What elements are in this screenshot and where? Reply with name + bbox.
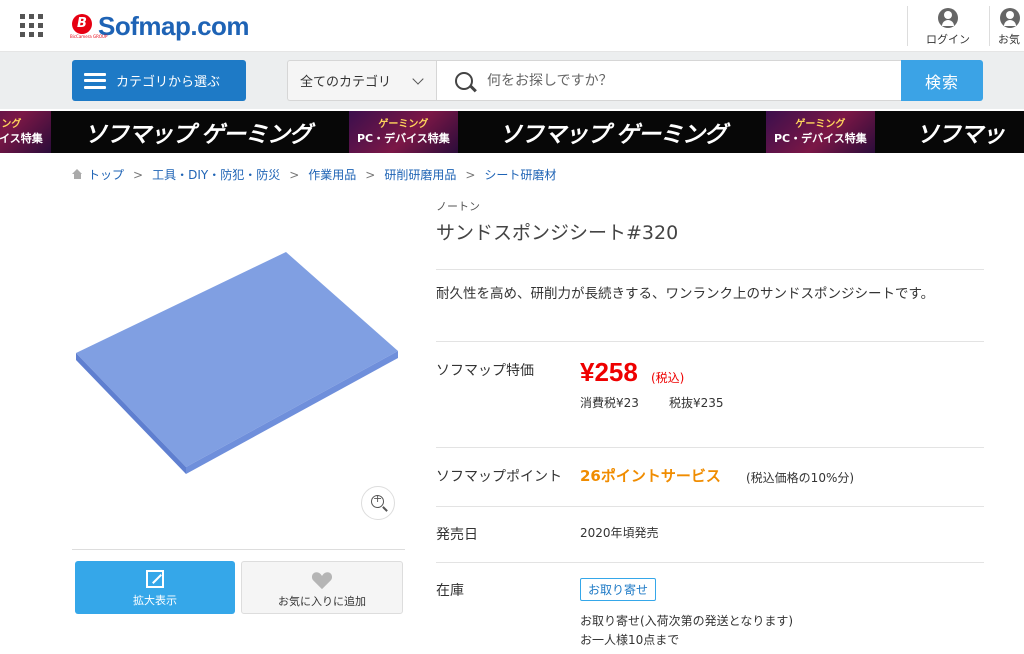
points-value: 26ポイントサービス	[580, 467, 721, 485]
breadcrumb-link[interactable]: 工具・DIY・防犯・防災	[152, 166, 280, 183]
login-link[interactable]: ログイン	[918, 6, 978, 52]
tax-included-note: (税込)	[651, 371, 685, 385]
breadcrumb-separator: >	[289, 167, 300, 182]
breadcrumb-link[interactable]: トップ	[88, 166, 124, 183]
site-logo[interactable]: B BicCamera GROUP Sofmap.com	[70, 10, 250, 42]
breadcrumb-separator: >	[365, 167, 376, 182]
product-image[interactable]	[72, 195, 405, 540]
banner-segment: ソフマップ ゲーミング	[487, 111, 738, 153]
banner-segment: ゲーミング PC・デバイス特集	[0, 111, 51, 153]
enlarge-view-button[interactable]: 拡大表示	[75, 561, 235, 614]
favorites-link[interactable]: お気	[998, 6, 1024, 52]
release-date-label: 発売日	[436, 527, 478, 543]
add-to-favorites-label: お気に入りに追加	[278, 595, 366, 608]
zoom-in-button[interactable]	[361, 486, 395, 520]
home-icon	[72, 169, 83, 180]
breadcrumb-separator: >	[133, 167, 144, 182]
search-icon	[455, 71, 473, 90]
divider	[436, 341, 984, 342]
maker-name[interactable]: ノートン	[436, 198, 480, 214]
divider	[436, 506, 984, 507]
purchase-limit: お一人様10点まで	[580, 633, 680, 647]
banner-tag: ゲーミング PC・デバイス特集	[0, 111, 51, 153]
biccamera-logo-mark: B BicCamera GROUP	[70, 14, 108, 39]
banner-tag: ゲーミング PC・デバイス特集	[349, 111, 458, 153]
logo-text: Sofmap.com	[98, 10, 250, 41]
breadcrumb-link[interactable]: 研削研磨用品	[384, 166, 456, 183]
tax-excluded-price: 税抜¥235	[669, 396, 724, 410]
divider	[72, 549, 405, 550]
price-label: ソフマップ特価	[436, 363, 534, 379]
breadcrumb-link[interactable]: 作業用品	[308, 166, 356, 183]
divider	[436, 269, 984, 270]
chevron-down-icon	[412, 73, 424, 85]
user-icon	[938, 8, 958, 28]
divider	[436, 562, 984, 563]
banner-segment: ゲーミング PC・デバイス特集	[349, 111, 458, 153]
category-select[interactable]: 全てのカテゴリ	[287, 60, 436, 101]
consumption-tax: 消費税¥23	[580, 396, 639, 410]
breadcrumb: トップ > 工具・DIY・防犯・防災 > 作業用品 > 研削研磨用品 > シート…	[72, 166, 556, 183]
divider	[436, 447, 984, 448]
stock-label: 在庫	[436, 583, 464, 599]
search-bar: カテゴリから選ぶ 全てのカテゴリ 検索	[0, 52, 1024, 109]
divider	[907, 6, 908, 46]
add-to-favorites-button[interactable]: お気に入りに追加	[241, 561, 403, 614]
product-description: 耐久性を高め、研削力が長続きする、ワンランク上のサンドスポンジシートです。	[436, 286, 935, 302]
category-select-value: 全てのカテゴリ	[300, 75, 392, 90]
breadcrumb-link[interactable]: シート研磨材	[484, 166, 556, 183]
product-title: サンドスポンジシート#320	[436, 222, 679, 244]
favorites-label: お気	[998, 33, 1020, 46]
banner-logo: ソフマッ	[916, 122, 1005, 148]
site-header: B BicCamera GROUP Sofmap.com ログイン お気	[0, 0, 1024, 52]
divider	[989, 6, 990, 46]
gaming-banner[interactable]: ゲーミング PC・デバイス特集 ソフマップ ゲーミング ゲーミング PC・デバイ…	[0, 111, 1024, 153]
release-date-value: 2020年頃発売	[580, 526, 659, 540]
login-label: ログイン	[926, 33, 970, 46]
search-field	[436, 60, 902, 101]
banner-segment: ゲーミング PC・デバイス特集	[766, 111, 875, 153]
search-input[interactable]	[487, 72, 887, 89]
expand-icon	[146, 570, 164, 588]
banner-logo: ソフマップ ゲーミング	[499, 122, 727, 148]
banner-logo: ソフマップ ゲーミング	[84, 122, 312, 148]
category-menu-label: カテゴリから選ぶ	[116, 75, 221, 90]
hamburger-icon	[84, 72, 106, 89]
banner-tag: ゲーミング PC・デバイス特集	[766, 111, 875, 153]
search-button[interactable]: 検索	[901, 60, 983, 101]
points-note: (税込価格の10%分)	[746, 471, 855, 485]
heart-icon	[311, 572, 333, 590]
stock-status-badge: お取り寄せ	[580, 578, 657, 601]
banner-segment: ソフマップ ゲーミング	[72, 111, 323, 153]
heart-icon	[1000, 8, 1020, 28]
breadcrumb-separator: >	[465, 167, 476, 182]
category-menu-button[interactable]: カテゴリから選ぶ	[72, 60, 246, 101]
banner-segment: ソフマッ	[904, 111, 1016, 153]
points-label: ソフマップポイント	[436, 469, 562, 485]
apps-grid-icon[interactable]	[20, 14, 44, 38]
enlarge-view-label: 拡大表示	[133, 594, 177, 607]
stock-note: お取り寄せ(入荷次第の発送となります)	[580, 614, 794, 628]
price-value: ¥258	[580, 357, 638, 387]
